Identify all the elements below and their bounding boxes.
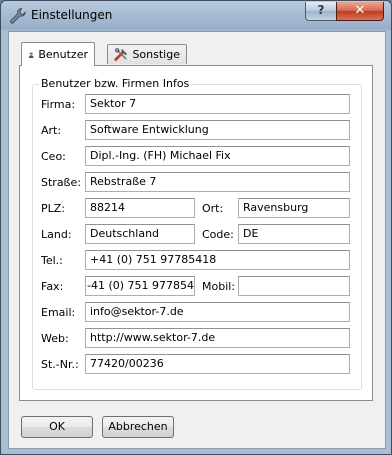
fax-field[interactable]: -41 (0) 751 97785417 (85, 276, 195, 296)
stnr-field[interactable]: 77420/00236 (85, 354, 350, 374)
mobil-field[interactable] (238, 276, 350, 296)
tab-benutzer[interactable]: Benutzer (21, 42, 95, 66)
wrench-icon (10, 8, 26, 24)
window-title: Einstellungen (31, 8, 113, 22)
mobil-label: Mobil: (202, 280, 236, 293)
email-label: Email: (41, 306, 76, 319)
firma-field[interactable]: Sektor 7 (85, 94, 350, 114)
tab-benutzer-label: Benutzer (38, 48, 88, 61)
tab-sonstige[interactable]: Sonstige (107, 44, 187, 64)
land-field[interactable]: Deutschland (85, 224, 195, 244)
dialog-client: Benutzer Sonstige Benutzer bzw. Firmen I… (8, 31, 386, 449)
ok-button[interactable]: OK (21, 416, 93, 438)
art-label: Art: (41, 124, 62, 137)
group-legend: Benutzer bzw. Firmen Infos (39, 77, 192, 90)
art-field[interactable]: Software Entwicklung (85, 120, 350, 140)
stnr-label: St.-Nr.: (41, 358, 79, 371)
tel-field[interactable]: +41 (0) 751 97785418 (85, 250, 350, 270)
strasse-field[interactable]: Rebstraße 7 (85, 172, 350, 192)
firma-label: Firma: (41, 98, 76, 111)
help-button[interactable]: ? (305, 2, 337, 21)
web-field[interactable]: http://www.sektor-7.de (85, 328, 350, 348)
email-field[interactable]: info@sektor-7.de (85, 302, 350, 322)
ceo-field[interactable]: Dipl.-Ing. (FH) Michael Fix (85, 146, 350, 166)
user-icon (28, 51, 34, 58)
code-label: Code: (202, 228, 234, 241)
tools-icon (114, 47, 127, 61)
user-info-group: Benutzer bzw. Firmen Infos Firma: Sektor… (32, 77, 362, 390)
close-button[interactable]: ✕ (336, 2, 384, 21)
ort-label: Ort: (202, 202, 224, 215)
ort-field[interactable]: Ravensburg (238, 198, 350, 218)
plz-field[interactable]: 88214 (85, 198, 195, 218)
strasse-label: Straße: (41, 176, 81, 189)
fax-label: Fax: (41, 280, 64, 293)
title-bar[interactable]: Einstellungen ? ✕ (1, 1, 391, 31)
plz-label: PLZ: (41, 202, 66, 215)
tab-sonstige-label: Sonstige (132, 48, 180, 61)
tel-label: Tel.: (41, 254, 63, 267)
ceo-label: Ceo: (41, 150, 66, 163)
tab-panel-benutzer: Benutzer bzw. Firmen Infos Firma: Sektor… (19, 65, 373, 401)
code-field[interactable]: DE (238, 224, 350, 244)
cancel-button[interactable]: Abbrechen (102, 416, 174, 438)
land-label: Land: (41, 228, 72, 241)
settings-window: Einstellungen ? ✕ Benutzer Sonstige Benu… (0, 0, 392, 455)
web-label: Web: (41, 332, 69, 345)
